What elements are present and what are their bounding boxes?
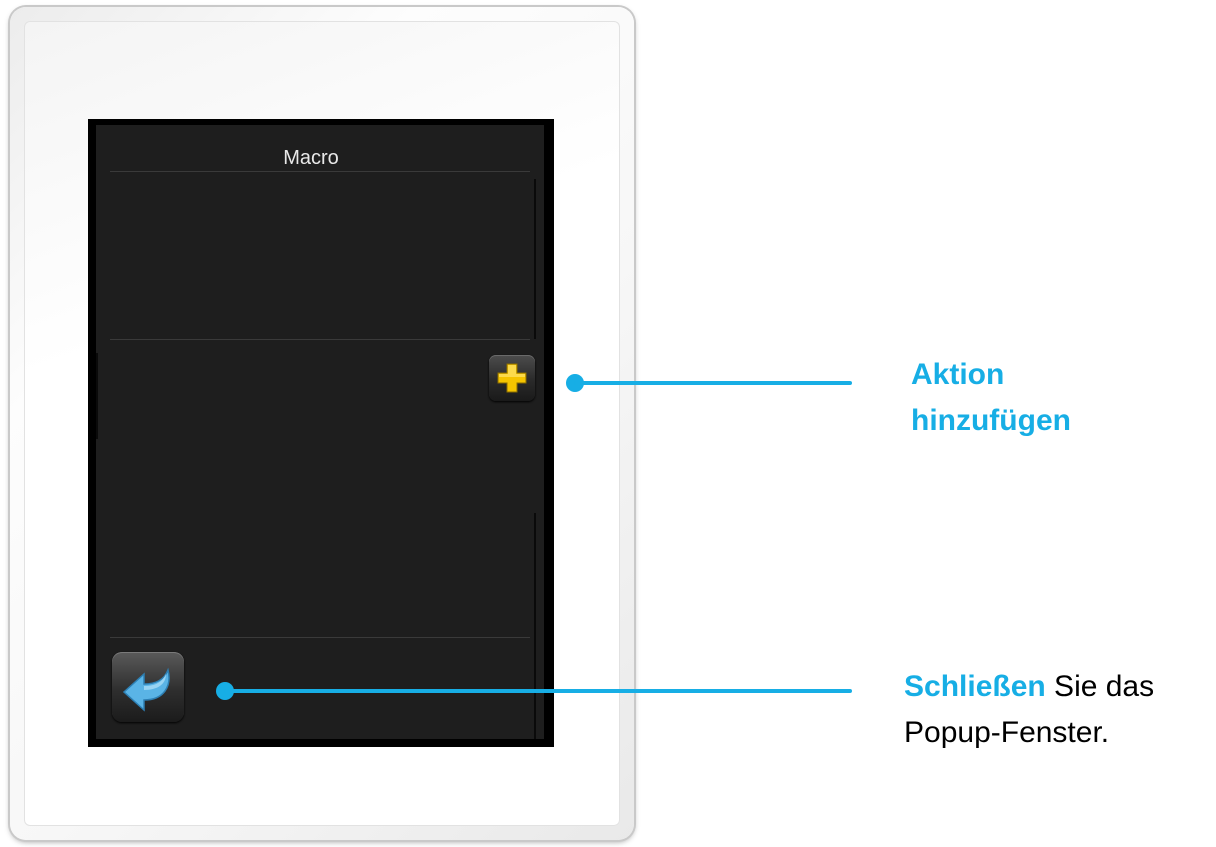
close-popup-button[interactable]	[112, 652, 184, 722]
back-arrow-icon	[122, 667, 170, 712]
popup-title: Macro	[283, 147, 339, 169]
edge-line	[96, 353, 98, 439]
annotation-close-rest: Sie das	[1045, 670, 1155, 703]
edge-line	[534, 513, 536, 739]
annotation-close-highlight: Schließen	[904, 670, 1046, 703]
section-divider	[110, 339, 530, 340]
annotation-close-line2: Popup-Fenster.	[904, 716, 1110, 749]
add-action-button[interactable]	[489, 355, 535, 401]
footer-divider	[110, 637, 530, 638]
annotation-close: Schließen Sie das Popup-Fenster.	[904, 664, 1154, 756]
callout-line-add	[574, 381, 852, 385]
annotation-add-action: Aktion hinzufügen	[911, 352, 1071, 444]
title-divider	[110, 171, 530, 172]
annotation-add-line2: hinzufügen	[911, 404, 1071, 437]
edge-line	[534, 179, 536, 339]
plus-icon	[497, 363, 527, 393]
callout-line-close	[224, 689, 852, 693]
macro-popup: Macro	[96, 125, 544, 739]
stage: Macro Aktion hinzufügen Schließen Sie da…	[0, 0, 1216, 847]
annotation-add-line1: Aktion	[911, 358, 1005, 391]
